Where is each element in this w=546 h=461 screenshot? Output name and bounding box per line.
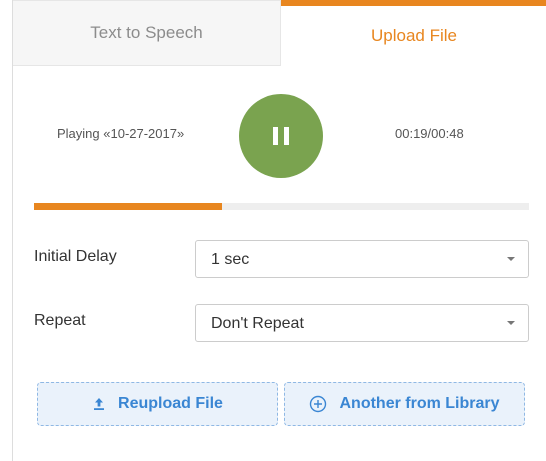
tab-upload-file[interactable]: Upload File (281, 0, 546, 66)
caret-down-icon (507, 321, 515, 325)
initial-delay-label: Initial Delay (34, 248, 117, 265)
pause-icon (273, 127, 289, 145)
initial-delay-select[interactable]: 1 sec (195, 240, 529, 278)
repeat-row: Repeat Don't Repeat (34, 304, 529, 342)
progress-fill (34, 203, 223, 210)
another-from-library-label: Another from Library (339, 395, 500, 412)
tab-bar: Text to Speech Upload File (13, 0, 546, 66)
upload-icon (92, 397, 106, 411)
audio-player: Playing «10-27-2017» 00:19/00:48 (13, 94, 546, 178)
caret-down-icon (507, 257, 515, 261)
time-readout: 00:19/00:48 (395, 126, 464, 141)
tab-text-to-speech[interactable]: Text to Speech (13, 0, 281, 66)
upload-panel: Text to Speech Upload File Playing «10-2… (12, 0, 546, 461)
tab-label: Upload File (371, 26, 457, 45)
now-playing-label: Playing «10-27-2017» (57, 126, 185, 141)
another-from-library-button[interactable]: Another from Library (284, 382, 525, 426)
add-circle-icon (309, 395, 327, 413)
progress-bar[interactable] (34, 203, 529, 210)
reupload-file-button[interactable]: Reupload File (37, 382, 278, 426)
repeat-value: Don't Repeat (211, 315, 304, 332)
pause-button[interactable] (239, 94, 323, 178)
initial-delay-row: Initial Delay 1 sec (34, 240, 529, 278)
repeat-select[interactable]: Don't Repeat (195, 304, 529, 342)
reupload-file-label: Reupload File (118, 395, 223, 412)
initial-delay-value: 1 sec (211, 251, 250, 268)
repeat-label: Repeat (34, 312, 86, 329)
tab-label: Text to Speech (90, 23, 203, 42)
